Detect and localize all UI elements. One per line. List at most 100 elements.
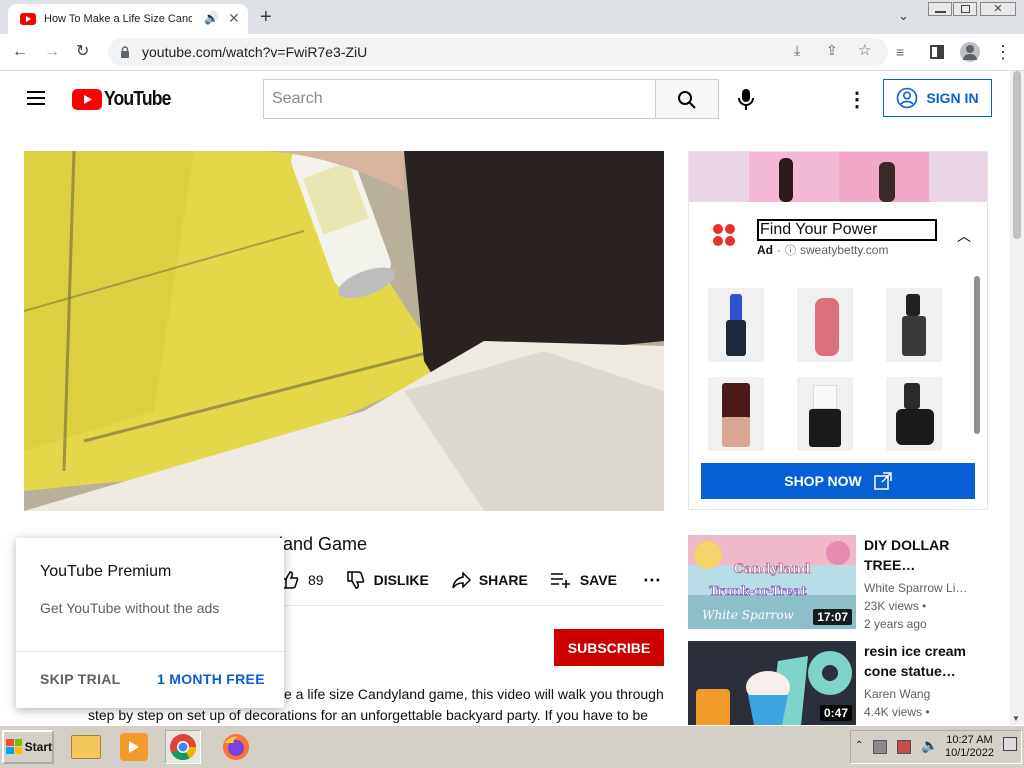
clock-time: 10:27 AM	[946, 734, 993, 746]
action-center-icon[interactable]	[897, 740, 911, 754]
browser-tab-strip: How To Make a Life Size Candyland Game 🔊…	[0, 0, 1024, 34]
ad-banner-image[interactable]	[689, 152, 987, 202]
chrome-icon	[170, 734, 196, 761]
ad-companion-panel: Find Your Power Ad · ⓘ sweatybetty.com ︿…	[688, 151, 988, 510]
clock[interactable]: 10:27 AM 10/1/2022	[945, 734, 994, 760]
address-bar[interactable]: youtube.com/watch?v=FwiR7e3-ZiU ⤓ ⇪ ☆	[108, 38, 888, 66]
recommendation-title[interactable]: DIY DOLLAR TREE…	[864, 535, 994, 575]
info-icon[interactable]: ⓘ	[785, 242, 796, 258]
start-button[interactable]: Start	[2, 730, 54, 764]
install-app-icon[interactable]: ⤓	[794, 42, 800, 59]
youtube-logo[interactable]: YouTube	[72, 88, 180, 110]
dislike-button[interactable]: DISLIKE	[346, 570, 429, 590]
hamburger-menu-icon[interactable]	[27, 91, 45, 105]
skip-trial-button[interactable]: SKIP TRIAL	[40, 671, 121, 687]
tab-search-chevron-icon[interactable]: ⌄	[898, 8, 909, 24]
recommendation-item[interactable]: 0:47 resin ice cream cone statue… Karen …	[688, 641, 1008, 725]
svg-text:Candyland: Candyland	[734, 562, 811, 577]
ad-headline[interactable]: Find Your Power	[757, 219, 937, 241]
search-icon	[678, 91, 696, 109]
audio-playing-icon[interactable]: 🔊	[204, 11, 219, 25]
subscribe-button[interactable]: SUBSCRIBE	[554, 629, 664, 666]
chrome-menu-icon[interactable]: ⋮	[994, 42, 1012, 62]
forward-arrow-icon[interactable]: →	[44, 42, 60, 62]
sign-in-label: SIGN IN	[926, 90, 979, 106]
media-control-icon[interactable]: ≡	[896, 42, 904, 62]
firefox-taskbar-icon[interactable]	[218, 730, 254, 764]
premium-body: Get YouTube without the ads	[40, 600, 220, 616]
one-month-free-button[interactable]: 1 MONTH FREE	[157, 671, 265, 687]
recommendation-item[interactable]: Candyland Trunk-or-Treat White Sparrow 1…	[688, 535, 1008, 631]
divider	[16, 651, 284, 652]
page-scrollbar[interactable]: ▲ ▼	[1010, 71, 1024, 725]
tab-close-icon[interactable]: ✕	[228, 10, 240, 27]
video-thumbnail[interactable]: 0:47	[688, 641, 856, 725]
windows-taskbar: Start ⌃ 🔈 10:27 AM 10/1/2022	[0, 725, 1024, 768]
advertiser-logo-icon[interactable]	[713, 224, 737, 248]
svg-text:Trunk-or-Treat: Trunk-or-Treat	[709, 584, 807, 598]
collapse-chevron-up-icon[interactable]: ︿	[957, 226, 971, 246]
show-desktop-icon[interactable]	[1003, 737, 1017, 751]
profile-avatar-icon[interactable]	[960, 42, 980, 62]
scroll-down-arrow-icon[interactable]: ▼	[1012, 714, 1020, 723]
description-line: step by step on set up of decorations fo…	[88, 707, 649, 723]
ad-product-thumbnail[interactable]	[797, 377, 853, 451]
share-arrow-icon	[452, 571, 471, 589]
save-button[interactable]: SAVE	[550, 570, 617, 590]
video-title: land Game	[279, 534, 368, 554]
new-tab-icon[interactable]: +	[260, 6, 272, 29]
ad-domain[interactable]: sweatybetty.com	[800, 243, 888, 257]
video-frame	[24, 151, 664, 511]
minimize-button[interactable]	[928, 2, 952, 16]
playlist-add-icon	[550, 573, 570, 588]
video-player[interactable]	[24, 151, 664, 511]
recommendation-channel[interactable]: White Sparrow Li…	[864, 579, 967, 597]
recommendation-views: 23K views •	[864, 599, 927, 613]
view-count: 23K views	[864, 599, 919, 613]
ad-separator: ·	[777, 243, 781, 257]
ad-product-thumbnail[interactable]	[886, 288, 942, 362]
browser-tab[interactable]: How To Make a Life Size Candyland Game 🔊…	[8, 4, 248, 34]
like-button[interactable]: 89	[280, 570, 324, 590]
recommendation-title[interactable]: resin ice cream cone statue…	[864, 641, 994, 681]
search-input[interactable]: Search	[263, 79, 656, 119]
volume-icon[interactable]: 🔈	[921, 737, 938, 754]
back-arrow-icon[interactable]: ←	[12, 42, 28, 62]
recommendation-channel[interactable]: Karen Wang	[864, 685, 930, 703]
windows-flag-icon	[6, 739, 22, 754]
youtube-favicon-icon	[20, 13, 36, 25]
ad-meta: Ad · ⓘ sweatybetty.com	[757, 242, 888, 258]
shop-now-button[interactable]: SHOP NOW	[701, 463, 975, 499]
share-button[interactable]: SHARE	[451, 570, 528, 590]
media-player-icon[interactable]	[116, 730, 152, 764]
microphone-icon[interactable]	[737, 88, 755, 112]
youtube-logo-text: YouTube	[104, 87, 171, 110]
video-thumbnail[interactable]: Candyland Trunk-or-Treat White Sparrow 1…	[688, 535, 856, 629]
more-actions-icon[interactable]: ⋯	[643, 570, 661, 591]
ad-scrollbar[interactable]	[974, 276, 980, 434]
search-button[interactable]	[655, 79, 719, 119]
sign-in-button[interactable]: SIGN IN	[883, 79, 992, 117]
file-explorer-icon[interactable]	[68, 730, 104, 764]
network-icon[interactable]	[873, 740, 887, 754]
video-duration: 17:07	[813, 609, 852, 625]
chrome-taskbar-icon[interactable]	[165, 730, 201, 764]
ad-product-thumbnail[interactable]	[708, 377, 764, 451]
thumbs-down-icon	[346, 571, 364, 589]
side-panel-icon[interactable]	[930, 45, 944, 59]
restore-button[interactable]	[953, 2, 977, 16]
scrollbar-thumb[interactable]	[1013, 71, 1021, 239]
share-page-icon[interactable]: ⇪	[826, 42, 838, 59]
ad-product-thumbnail[interactable]	[886, 377, 942, 451]
firefox-icon	[223, 734, 249, 760]
bookmark-star-icon[interactable]: ☆	[858, 41, 871, 59]
view-count: 4.4K views	[864, 705, 923, 719]
settings-more-icon[interactable]: ⋮	[847, 87, 867, 112]
recommendation-views: 4.4K views •	[864, 705, 930, 719]
ad-product-thumbnail[interactable]	[708, 288, 764, 362]
reload-icon[interactable]: ↻	[76, 42, 89, 62]
system-tray: ⌃ 🔈 10:27 AM 10/1/2022	[850, 730, 1022, 764]
show-hidden-icons-chevron-icon[interactable]: ⌃	[855, 740, 863, 751]
ad-product-thumbnail[interactable]	[797, 288, 853, 362]
close-window-button[interactable]: ✕	[980, 2, 1016, 16]
